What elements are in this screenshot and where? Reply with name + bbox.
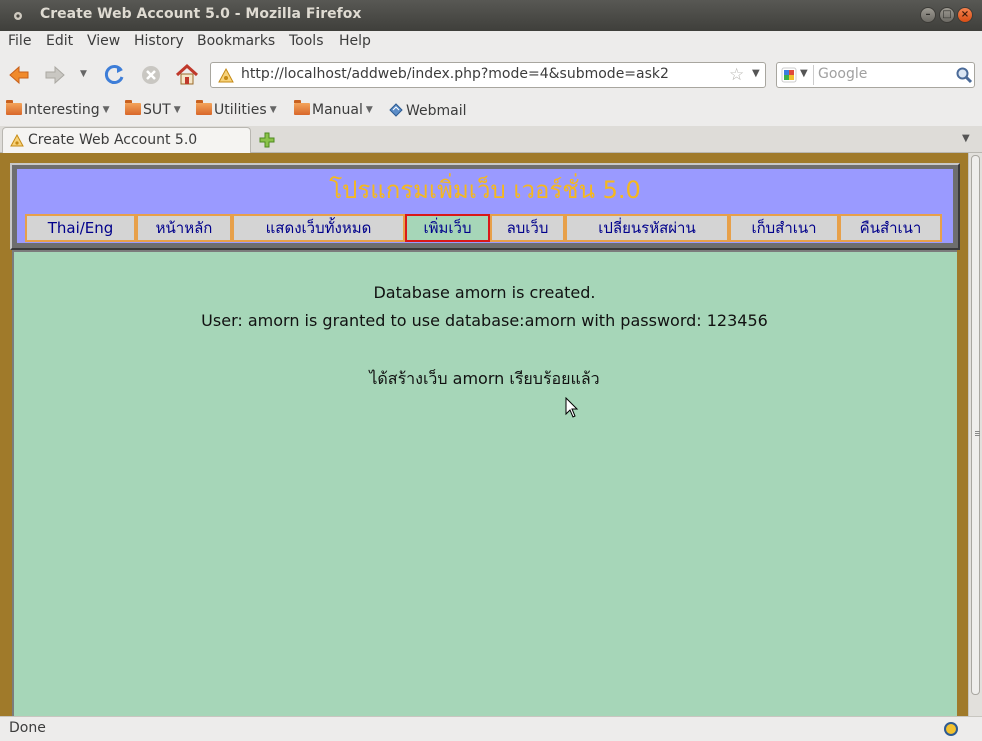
menu-bookmarks[interactable]: Bookmarks: [197, 33, 275, 49]
url-dropdown-icon[interactable]: ▼: [752, 68, 760, 79]
bookmark-label: Manual: [312, 102, 363, 118]
bookmark-folder-manual[interactable]: Manual ▼: [294, 100, 373, 120]
bookmark-star-icon[interactable]: ☆: [729, 65, 744, 85]
search-bar[interactable]: ▼ Google: [776, 62, 975, 88]
url-bar[interactable]: http://localhost/addweb/index.php?mode=4…: [210, 62, 766, 88]
webmail-icon: [389, 103, 403, 117]
menu-delete-web[interactable]: ลบเว็บ: [490, 214, 565, 242]
user-granted-message: User: amorn is granted to use database:a…: [201, 311, 768, 330]
site-menu: Thai/Eng หน้าหลัก แสดงเว็บทั้งหมด เพิ่มเ…: [17, 211, 953, 243]
tab-create-web-account[interactable]: Create Web Account 5.0: [2, 127, 251, 154]
folder-icon: [6, 100, 22, 115]
tab-strip: Create Web Account 5.0 ▼: [0, 126, 982, 154]
minimize-button[interactable]: –: [920, 7, 936, 23]
history-dropdown-icon[interactable]: ▼: [80, 69, 87, 79]
chevron-down-icon: ▼: [365, 105, 373, 115]
scrollbar-thumb[interactable]: [971, 155, 980, 695]
menu-restore[interactable]: คืนสำเนา: [839, 214, 942, 242]
scrollbar-grip: [975, 431, 980, 432]
vertical-scrollbar[interactable]: [968, 153, 982, 716]
folder-icon: [196, 100, 212, 115]
ubuntu-menu-icon[interactable]: [11, 9, 25, 23]
title-bar: Create Web Account 5.0 - Mozilla Firefox…: [0, 0, 982, 31]
mouse-pointer-icon: [565, 397, 579, 418]
stop-icon[interactable]: [138, 62, 164, 88]
url-text[interactable]: http://localhost/addweb/index.php?mode=4…: [241, 66, 669, 82]
back-arrow-icon[interactable]: [6, 62, 32, 88]
menu-help[interactable]: Help: [339, 33, 371, 49]
maximize-button[interactable]: □: [939, 7, 955, 23]
menu-backup[interactable]: เก็บสำเนา: [729, 214, 839, 242]
forward-arrow-icon[interactable]: [42, 62, 68, 88]
site-favicon-icon: [10, 133, 24, 147]
menu-history[interactable]: History: [134, 33, 184, 49]
bookmark-label: SUT: [143, 102, 171, 118]
tab-list-dropdown-icon[interactable]: ▼: [962, 133, 970, 144]
bookmark-label: Webmail: [406, 103, 467, 119]
menu-change-password[interactable]: เปลี่ยนรหัสผ่าน: [565, 214, 729, 242]
new-tab-plus-icon[interactable]: [258, 131, 276, 149]
bookmark-folder-utilities[interactable]: Utilities ▼: [196, 100, 277, 120]
menu-tools[interactable]: Tools: [289, 33, 324, 49]
chevron-down-icon: ▼: [269, 105, 277, 115]
menu-view[interactable]: View: [87, 33, 120, 49]
bookmark-folder-sut[interactable]: SUT ▼: [125, 100, 181, 120]
folder-icon: [294, 100, 310, 115]
tab-label: Create Web Account 5.0: [28, 132, 198, 148]
status-bar: Done: [0, 716, 982, 741]
bookmark-label: Utilities: [214, 102, 267, 118]
close-window-button[interactable]: ×: [957, 7, 973, 23]
result-panel: Database amorn is created. User: amorn i…: [12, 250, 957, 716]
folder-icon: [125, 100, 141, 115]
db-created-message: Database amorn is created.: [373, 283, 596, 302]
bookmark-webmail[interactable]: Webmail: [388, 102, 467, 120]
page-title: โปรแกรมเพิ่มเว็บ เวอร์ชั่น 5.0: [329, 176, 641, 204]
search-icon[interactable]: [955, 66, 973, 84]
menu-add-web[interactable]: เพิ่มเว็บ: [405, 214, 490, 242]
bookmark-label: Interesting: [24, 102, 100, 118]
status-text: Done: [9, 720, 46, 736]
bookmarks-toolbar: Interesting ▼ SUT ▼ Utilities ▼ Manual ▼ Web…: [0, 96, 982, 126]
chevron-down-icon: ▼: [102, 105, 110, 115]
home-icon[interactable]: [174, 62, 200, 88]
bookmark-folder-interesting[interactable]: Interesting ▼: [6, 100, 110, 120]
search-placeholder[interactable]: Google: [818, 66, 867, 82]
reload-icon[interactable]: [102, 62, 128, 88]
menu-show-all-webs[interactable]: แสดงเว็บทั้งหมด: [232, 214, 405, 242]
addon-status-icon[interactable]: [943, 721, 959, 737]
menu-edit[interactable]: Edit: [46, 33, 73, 49]
window-title: Create Web Account 5.0 - Mozilla Firefox: [40, 6, 362, 22]
engine-dropdown-icon[interactable]: ▼: [800, 68, 808, 79]
site-identity-icon[interactable]: [217, 67, 235, 85]
menu-home[interactable]: หน้าหลัก: [136, 214, 232, 242]
header-frame: โปรแกรมเพิ่มเว็บ เวอร์ชั่น 5.0 Thai/Eng …: [10, 163, 960, 250]
menu-bar: File Edit View History Bookmarks Tools H…: [0, 31, 982, 54]
google-engine-icon[interactable]: [781, 67, 797, 83]
menu-thai-eng[interactable]: Thai/Eng: [25, 214, 136, 242]
page-content: โปรแกรมเพิ่มเว็บ เวอร์ชั่น 5.0 Thai/Eng …: [0, 153, 968, 716]
search-divider: [813, 65, 814, 85]
page-header: โปรแกรมเพิ่มเว็บ เวอร์ชั่น 5.0: [17, 169, 953, 211]
web-created-thai-message: ได้สร้างเว็บ amorn เรียบร้อยแล้ว: [369, 369, 600, 388]
menu-file[interactable]: File: [8, 33, 31, 49]
navigation-toolbar: ▼ http://localhost/addweb/index.php?mode…: [0, 54, 982, 96]
chevron-down-icon: ▼: [173, 105, 181, 115]
